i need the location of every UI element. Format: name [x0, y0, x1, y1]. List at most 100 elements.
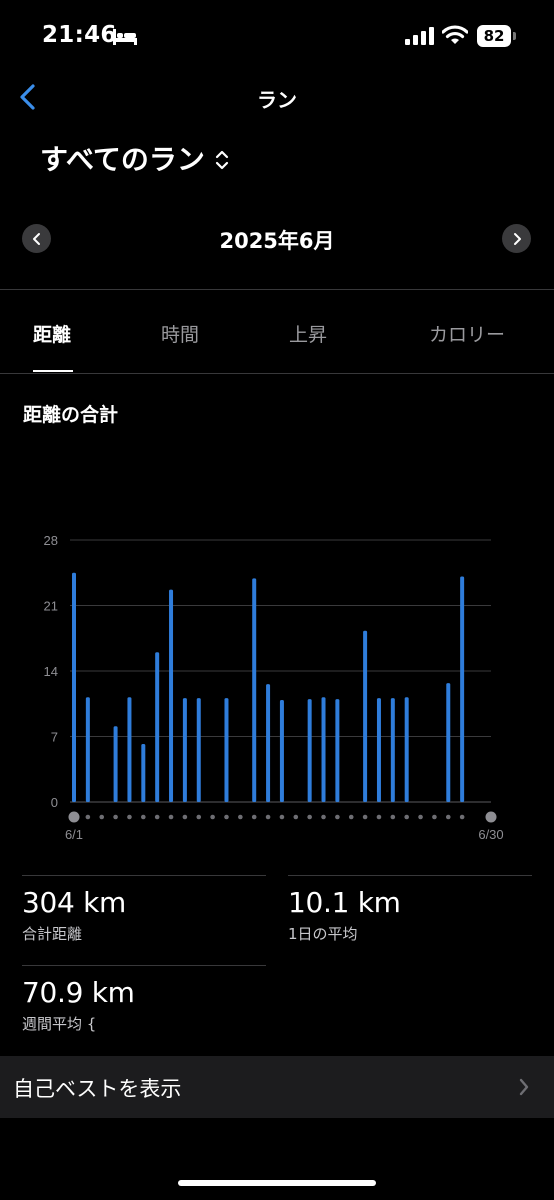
- day-marker: [404, 814, 409, 820]
- chevron-right-icon: [513, 232, 521, 245]
- day-marker: [141, 814, 146, 820]
- personal-best-row[interactable]: 自己ベストを表示: [0, 1056, 554, 1118]
- day-marker: [182, 814, 188, 820]
- bar: [224, 698, 229, 802]
- day-marker: [335, 814, 340, 820]
- day-marker: [348, 814, 354, 820]
- bar: [252, 578, 257, 802]
- tab-calories[interactable]: カロリー: [429, 320, 505, 347]
- day-marker: [265, 814, 271, 820]
- status-time: 21:46: [42, 22, 117, 48]
- bar: [72, 572, 76, 802]
- x-start-label: 6/1: [65, 827, 83, 842]
- bar: [321, 697, 326, 802]
- bar: [196, 698, 201, 802]
- day-marker: [485, 811, 497, 823]
- total-distance-value: 304 km: [22, 886, 127, 919]
- day-marker: [196, 814, 202, 820]
- bar: [85, 697, 90, 802]
- y-tick-label: 28: [44, 533, 58, 548]
- day-marker: [418, 814, 423, 820]
- bar: [404, 697, 409, 802]
- section-title: 距離の合計: [23, 404, 119, 426]
- day-marker: [127, 814, 132, 820]
- divider: [0, 289, 554, 290]
- bar: [113, 726, 118, 802]
- tab-time[interactable]: 時間: [161, 320, 199, 347]
- tab-distance[interactable]: 距離: [33, 320, 71, 347]
- bar: [390, 698, 395, 802]
- day-marker: [432, 814, 437, 820]
- next-month-button[interactable]: [502, 224, 531, 253]
- y-tick-label: 7: [51, 730, 58, 745]
- bar: [363, 630, 368, 802]
- x-end-label: 6/30: [478, 827, 503, 842]
- metric-tabs: 距離 時間 上昇 カロリー: [0, 300, 554, 372]
- distance-bar-chart: 0 7 14 21 28 6/1 6/30: [44, 533, 504, 842]
- weekly-average-stat: 70.9 km 週間平均 {: [22, 976, 135, 1034]
- bar: [307, 699, 312, 802]
- divider: [22, 965, 266, 966]
- wifi-icon: [442, 25, 468, 44]
- day-marker: [85, 814, 91, 820]
- month-label: 2025年6月: [219, 229, 335, 253]
- bar: [460, 576, 465, 802]
- day-marker: [251, 814, 257, 820]
- battery-level: 82: [483, 27, 505, 45]
- day-marker: [113, 814, 118, 820]
- day-marker: [168, 814, 174, 820]
- weekly-average-label: 週間平均 {: [22, 1015, 97, 1033]
- day-marker: [321, 814, 326, 820]
- day-marker: [362, 814, 368, 820]
- chevron-right-icon: [519, 1078, 529, 1096]
- battery-cap: [513, 32, 516, 40]
- day-marker: [376, 814, 382, 820]
- active-tab-indicator: [33, 370, 73, 372]
- daily-average-value: 10.1 km: [288, 886, 401, 919]
- divider: [0, 373, 554, 374]
- home-indicator: [178, 1180, 376, 1186]
- bar: [182, 698, 187, 802]
- day-marker: [390, 814, 396, 820]
- bar: [155, 652, 160, 802]
- status-bar: 21:46 82: [0, 0, 554, 76]
- day-marker: [68, 811, 80, 823]
- tab-elevation[interactable]: 上昇: [289, 320, 327, 347]
- divider: [288, 875, 532, 876]
- y-tick-label: 21: [44, 599, 58, 614]
- daily-average-label: 1日の平均: [288, 925, 358, 943]
- divider: [22, 875, 266, 876]
- day-marker: [238, 814, 243, 820]
- weekly-average-value: 70.9 km: [22, 976, 135, 1009]
- day-marker: [459, 814, 465, 820]
- y-tick-label: 0: [51, 795, 58, 810]
- bar: [335, 699, 340, 802]
- day-marker: [154, 814, 160, 820]
- bed-icon: [113, 29, 137, 45]
- activity-filter-select[interactable]: すべてのラン: [40, 138, 229, 178]
- cellular-signal-icon: [405, 27, 434, 45]
- daily-average-stat: 10.1 km 1日の平均: [288, 886, 401, 944]
- page-title: ラン: [257, 88, 297, 112]
- day-marker: [224, 814, 229, 820]
- battery-indicator: 82: [477, 25, 511, 47]
- day-marker: [445, 814, 451, 820]
- bar: [127, 697, 132, 802]
- personal-best-label: 自己ベストを表示: [13, 1077, 182, 1101]
- day-marker: [293, 814, 299, 820]
- day-marker: [279, 814, 285, 820]
- total-distance-stat: 304 km 合計距離: [22, 886, 126, 944]
- y-tick-label: 14: [44, 664, 58, 679]
- activity-filter-label: すべてのラン: [40, 143, 205, 176]
- bar: [169, 589, 174, 802]
- day-marker: [210, 814, 215, 820]
- day-marker: [307, 814, 312, 820]
- total-distance-label: 合計距離: [22, 925, 83, 943]
- day-marker: [99, 814, 105, 820]
- bar: [266, 684, 271, 802]
- bar: [141, 743, 146, 802]
- up-down-chevron-icon: [215, 150, 229, 170]
- bar: [446, 683, 451, 802]
- bar: [376, 698, 381, 802]
- bar: [279, 700, 284, 802]
